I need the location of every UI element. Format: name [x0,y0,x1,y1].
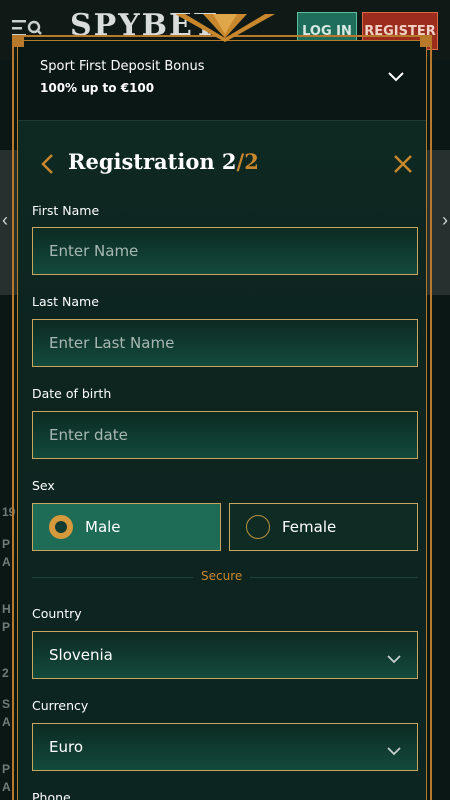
registration-modal: Sport First Deposit Bonus 100% up to €10… [18,41,426,800]
phone-label: Phone [32,790,71,800]
sex-label: Sex [32,478,55,493]
bg-text: A [2,555,11,569]
bonus-subtitle: 100% up to €100 [40,81,155,95]
country-value: Slovenia [49,646,113,664]
carousel-next-icon[interactable]: › [442,210,448,231]
bg-text: 2 [2,666,9,680]
bg-text: P [2,537,11,551]
currency-value: Euro [49,738,83,756]
sex-option-female[interactable]: Female [229,503,418,551]
bonus-selector[interactable]: Sport First Deposit Bonus 100% up to €10… [18,41,426,121]
dob-label: Date of birth [32,386,112,401]
bg-text: A [2,715,11,729]
bg-text: H [2,602,11,616]
first-name-input[interactable] [32,227,418,275]
bg-text: P [2,762,11,776]
sex-option-label: Male [85,518,121,536]
secure-section-label: Secure [193,569,251,583]
carousel-prev-icon[interactable]: ‹ [2,210,8,231]
last-name-label: Last Name [32,294,99,309]
close-icon[interactable] [393,154,413,179]
registration-step-total: 2 [244,149,259,174]
back-arrow-icon[interactable] [40,153,54,180]
radio-selected-icon [49,515,73,539]
bg-text: P [2,620,11,634]
currency-select[interactable]: Euro [32,723,418,771]
art-deco-ornament-icon [175,14,275,47]
registration-title: Registration 2/2 [68,149,259,174]
dob-input[interactable] [32,411,418,459]
country-label: Country [32,606,82,621]
chevron-down-icon[interactable] [388,69,404,87]
country-select[interactable]: Slovenia [32,631,418,679]
frame-corner [12,35,24,47]
chevron-down-icon [387,742,401,760]
sex-option-male[interactable]: Male [32,503,221,551]
frame-corner [420,35,432,47]
last-name-input[interactable] [32,319,418,367]
bonus-title: Sport First Deposit Bonus [40,59,205,74]
bg-text: S [2,697,11,711]
sex-option-label: Female [282,518,337,536]
radio-unselected-icon [246,515,270,539]
bg-text: 19 [2,505,16,519]
bg-text: A [2,780,11,794]
first-name-label: First Name [32,203,100,218]
registration-title-text: Registration 2 [68,149,237,174]
currency-label: Currency [32,698,89,713]
chevron-down-icon [387,650,401,668]
